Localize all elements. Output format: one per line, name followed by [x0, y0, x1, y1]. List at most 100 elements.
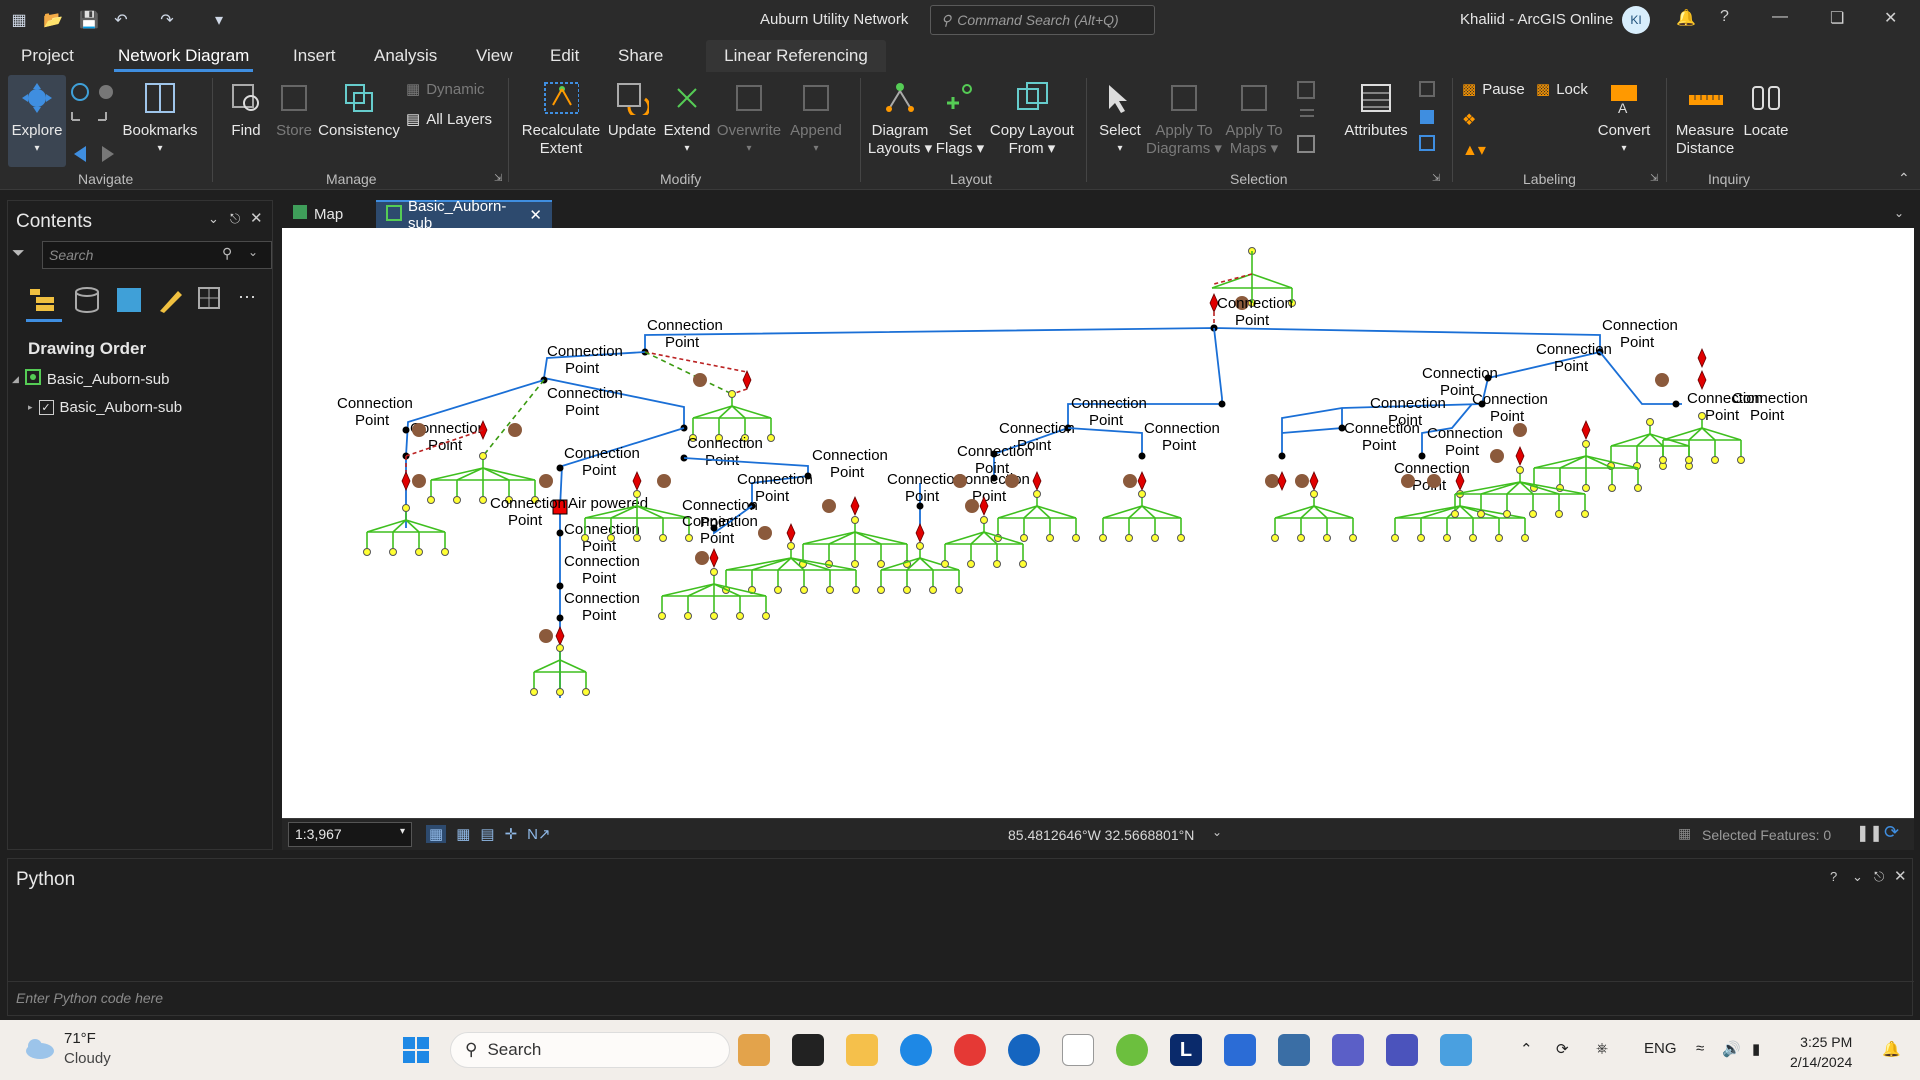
connection-point-label[interactable]: ConnectionPoint — [337, 395, 413, 429]
filter-icon[interactable]: ⏷ — [12, 245, 25, 263]
search-icon[interactable]: ⚲ — [222, 245, 232, 262]
snapping-icon[interactable]: ▤ — [480, 825, 494, 843]
end-junction[interactable] — [1737, 456, 1745, 464]
end-junction[interactable] — [774, 586, 782, 594]
diagram-edge[interactable] — [1559, 455, 1587, 469]
taskbar-search[interactable]: ⚲ Search — [450, 1032, 730, 1068]
volume-icon[interactable]: 🔊 — [1722, 1040, 1741, 1058]
flag-diamond[interactable] — [709, 548, 719, 568]
arcgis-pro-icon[interactable]: ▦ — [8, 9, 30, 31]
end-junction[interactable] — [441, 548, 449, 556]
device-circle[interactable] — [695, 551, 709, 565]
edge-browser-icon[interactable] — [900, 1034, 932, 1066]
weather-description[interactable]: Cloudy — [64, 1050, 111, 1067]
connection-point-label[interactable]: ConnectionPoint — [1472, 391, 1548, 425]
flag-diamond[interactable] — [742, 370, 752, 390]
diagram-edge[interactable] — [661, 583, 715, 597]
diagram-edge[interactable] — [713, 583, 741, 597]
connection-point-label[interactable]: ConnectionPoint — [564, 521, 640, 555]
battery-icon[interactable]: ▮ — [1752, 1040, 1760, 1058]
device-circle[interactable] — [412, 474, 426, 488]
fixed-extent-icon[interactable]: ▦ — [426, 825, 447, 843]
customize-toolbar-icon[interactable]: ▾ — [208, 9, 230, 31]
help-icon[interactable]: ? — [1720, 8, 1729, 26]
branch-line[interactable] — [1599, 351, 1682, 405]
end-junction[interactable] — [851, 516, 859, 524]
end-junction[interactable] — [903, 586, 911, 594]
diagram-layouts-button[interactable]: Diagram Layouts ▾ — [866, 80, 934, 158]
arcgis-pro-taskbar-icon[interactable] — [1008, 1034, 1040, 1066]
connection-point-label[interactable]: ConnectionPoint — [1602, 317, 1678, 351]
end-junction[interactable] — [1138, 490, 1146, 498]
navigate-small-tools[interactable] — [70, 80, 120, 170]
diagram-edge[interactable] — [482, 379, 545, 457]
flag-diamond[interactable] — [632, 471, 642, 491]
device-circle[interactable] — [1513, 423, 1527, 437]
diagram-edge[interactable] — [482, 467, 510, 481]
branch-line[interactable] — [1281, 408, 1343, 434]
lock-labeling-button[interactable]: ▩ Lock — [1536, 80, 1588, 99]
weather-temperature[interactable]: 71°F — [64, 1030, 96, 1047]
end-junction[interactable] — [929, 586, 937, 594]
clock[interactable]: 3:25 PM 2/14/2024 — [1790, 1032, 1852, 1072]
tab-linear-referencing[interactable]: Linear Referencing — [706, 40, 886, 72]
close-pane-icon[interactable]: ✕ — [250, 209, 263, 227]
teams-work-icon[interactable] — [1386, 1034, 1418, 1066]
end-junction[interactable] — [1271, 534, 1279, 542]
tabs-dropdown-icon[interactable]: ⌄ — [1894, 206, 1904, 220]
contents-search-input[interactable]: Search — [42, 241, 272, 269]
diagram-edge[interactable] — [559, 659, 587, 673]
minimize-icon[interactable]: — — [1772, 8, 1788, 26]
extend-button[interactable]: Extend ▾ — [662, 80, 712, 158]
end-junction[interactable] — [556, 644, 564, 652]
end-junction[interactable] — [427, 496, 435, 504]
language-indicator[interactable]: ENG — [1644, 1040, 1677, 1057]
flag-diamond[interactable] — [850, 496, 860, 516]
device-circle[interactable] — [822, 499, 836, 513]
selection-small-tools[interactable] — [1294, 80, 1324, 160]
data-source-icon[interactable] — [72, 285, 102, 315]
connection-point-label[interactable]: ConnectionPoint — [564, 590, 640, 624]
snapping-grid-icon[interactable] — [196, 285, 226, 315]
connection-point-label[interactable]: ConnectionPoint — [1344, 420, 1420, 454]
overwrite-button[interactable]: Overwrite ▾ — [714, 80, 784, 158]
select-button[interactable]: Select ▾ — [1094, 80, 1146, 158]
labeling-launcher-icon[interactable]: ⇲ — [1650, 173, 1658, 184]
end-junction[interactable] — [736, 612, 744, 620]
end-junction[interactable] — [1646, 418, 1654, 426]
flag-diamond[interactable] — [915, 523, 925, 543]
selection-side-tools[interactable] — [1416, 80, 1440, 160]
end-junction[interactable] — [967, 560, 975, 568]
flag-diamond[interactable] — [1309, 471, 1319, 491]
diagram-edge[interactable] — [636, 505, 664, 519]
windows-start-icon[interactable] — [400, 1034, 432, 1066]
user-name[interactable]: Khaliid - ArcGIS Online — [1460, 11, 1613, 28]
device-circle[interactable] — [1401, 474, 1415, 488]
diagram-edge[interactable] — [644, 351, 733, 395]
diagram-edge[interactable] — [854, 531, 908, 545]
pin-icon[interactable]: ⎋ — [230, 211, 240, 227]
device-circle[interactable] — [508, 423, 522, 437]
recalculate-extent-button[interactable]: Recalculate Extent — [520, 80, 602, 158]
tab-map[interactable]: Map — [282, 200, 370, 228]
junction-point[interactable] — [1672, 400, 1680, 408]
end-junction[interactable] — [530, 688, 538, 696]
connection-point-label[interactable]: ConnectionPoint — [1732, 390, 1808, 424]
end-junction[interactable] — [1711, 456, 1719, 464]
end-junction[interactable] — [980, 516, 988, 524]
junction-point[interactable] — [556, 464, 564, 472]
diagram-edge[interactable] — [1211, 273, 1253, 289]
avatar[interactable]: KI — [1622, 6, 1650, 34]
end-junction[interactable] — [993, 560, 1001, 568]
flag-diamond[interactable] — [1697, 348, 1707, 368]
device-circle[interactable] — [1265, 474, 1279, 488]
dynamic-button[interactable]: ▦ Dynamic — [406, 80, 485, 99]
close-pane-icon[interactable]: ✕ — [1894, 867, 1907, 885]
crosshair-icon[interactable]: ✛ — [505, 825, 518, 843]
end-junction[interactable] — [1581, 510, 1589, 518]
all-layers-button[interactable]: ▤ All Layers — [406, 110, 492, 129]
show-hidden-icons[interactable]: ⌃ — [1520, 1040, 1533, 1058]
flag-diamond[interactable] — [1277, 471, 1287, 491]
end-junction[interactable] — [851, 560, 859, 568]
python-code-input[interactable]: Enter Python code here — [8, 981, 1914, 1015]
